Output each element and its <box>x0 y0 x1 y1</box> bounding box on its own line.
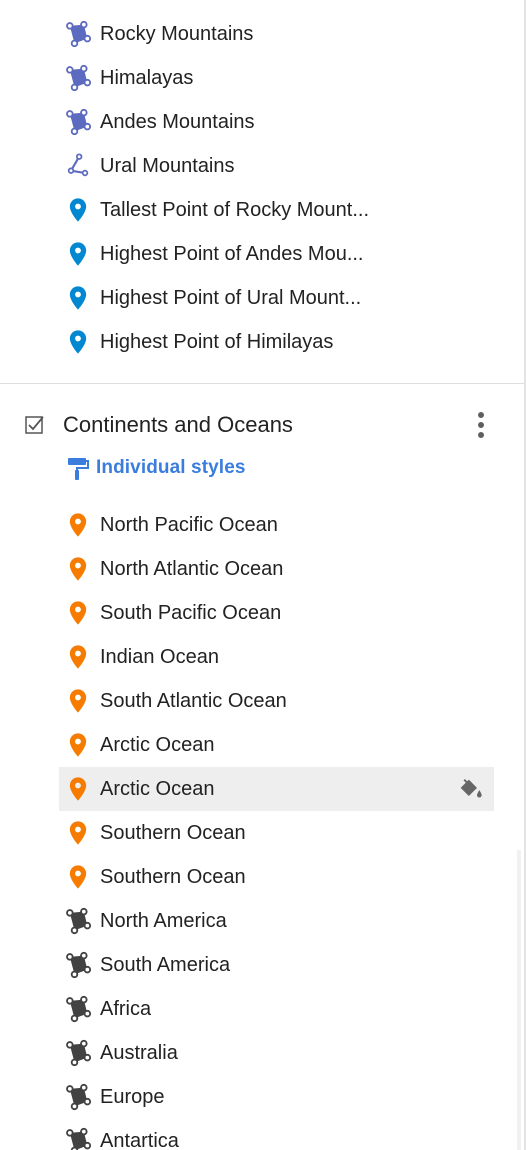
list-item-label: Ural Mountains <box>100 154 235 177</box>
polygon-icon <box>64 1037 96 1069</box>
list-item[interactable]: South America <box>0 943 524 987</box>
list-item[interactable]: Andes Mountains <box>0 100 524 144</box>
list-item[interactable]: Ural Mountains <box>0 144 524 188</box>
list-item[interactable]: Himalayas <box>0 56 524 100</box>
list-item-label: Africa <box>100 997 152 1020</box>
list-item[interactable]: Indian Ocean <box>0 635 524 679</box>
list-item-label: Australia <box>100 1041 178 1064</box>
list-item-label: North Pacific Ocean <box>100 513 278 536</box>
list-item-label: Rocky Mountains <box>100 22 254 45</box>
list-item-label: Arctic Ocean <box>100 733 215 756</box>
list-item[interactable]: Highest Point of Ural Mount... <box>0 276 524 320</box>
list-item[interactable]: North Pacific Ocean <box>0 503 524 547</box>
list-item-label: Antartica <box>100 1129 179 1150</box>
polygon-icon <box>64 905 96 937</box>
scrollbar[interactable] <box>517 850 521 1150</box>
individual-styles-link[interactable]: Individual styles <box>64 446 246 490</box>
pin-icon <box>64 238 96 270</box>
list-item[interactable]: North Atlantic Ocean <box>0 547 524 591</box>
list-item-label: South Pacific Ocean <box>100 601 282 624</box>
list-item[interactable]: South Pacific Ocean <box>0 591 524 635</box>
list-item[interactable]: Antartica <box>0 1119 524 1150</box>
list-item[interactable]: Arctic Ocean <box>0 723 524 767</box>
layer-divider <box>0 383 524 384</box>
layer-title[interactable]: Continents and Oceans <box>63 412 293 438</box>
map-layers-panel: Rocky Mountains Himalayas Andes Mountains U… <box>0 0 526 1150</box>
polygon-icon <box>64 1081 96 1113</box>
pin-icon <box>64 553 96 585</box>
more-options-icon[interactable] <box>470 409 492 441</box>
pin-icon <box>64 597 96 629</box>
layer-visibility-checkbox[interactable] <box>24 414 46 436</box>
layer-feature-list: Rocky Mountains Himalayas Andes Mountains U… <box>0 12 524 364</box>
list-item-label: Highest Point of Himilayas <box>100 330 334 353</box>
polygon-icon <box>64 106 96 138</box>
pin-icon <box>64 641 96 673</box>
list-item[interactable]: Arctic Ocean <box>59 767 494 811</box>
list-item-label: South America <box>100 953 231 976</box>
list-item[interactable]: South Atlantic Ocean <box>0 679 524 723</box>
polygon-icon <box>64 949 96 981</box>
list-item-label: Highest Point of Ural Mount... <box>100 286 362 309</box>
pin-icon <box>64 194 96 226</box>
polygon-icon <box>64 62 96 94</box>
list-item[interactable]: Southern Ocean <box>0 811 524 855</box>
list-item[interactable]: Highest Point of Andes Mou... <box>0 232 524 276</box>
pin-icon <box>64 729 96 761</box>
pin-icon <box>64 861 96 893</box>
layer-item-list: North Pacific Ocean North Atlantic Ocean S… <box>0 503 524 1150</box>
polygon-icon <box>64 993 96 1025</box>
pin-icon <box>64 817 96 849</box>
list-item[interactable]: Tallest Point of Rocky Mount... <box>0 188 524 232</box>
list-item-label: North Atlantic Ocean <box>100 557 284 580</box>
layer-header: Continents and Oceans <box>0 403 524 447</box>
polygon-icon <box>64 18 96 50</box>
polygon-icon <box>64 1125 96 1150</box>
paint-bucket-icon[interactable] <box>456 775 484 803</box>
list-item[interactable]: Rocky Mountains <box>0 12 524 56</box>
list-item-label: Europe <box>100 1085 165 1108</box>
list-item[interactable]: Australia <box>0 1031 524 1075</box>
pin-icon <box>64 685 96 717</box>
list-item-label: Highest Point of Andes Mou... <box>100 242 364 265</box>
pin-icon <box>64 773 96 805</box>
list-item-label: Tallest Point of Rocky Mount... <box>100 198 370 221</box>
individual-styles-label: Individual styles <box>96 457 246 478</box>
list-item[interactable]: Highest Point of Himilayas <box>0 320 524 364</box>
list-item-label: Indian Ocean <box>100 645 219 668</box>
list-item[interactable]: Europe <box>0 1075 524 1119</box>
list-item-label: North America <box>100 909 227 932</box>
line-icon <box>64 150 96 182</box>
list-item-label: Arctic Ocean <box>100 777 215 800</box>
pin-icon <box>64 509 96 541</box>
list-item-label: Andes Mountains <box>100 110 255 133</box>
list-item-label: Southern Ocean <box>100 865 246 888</box>
list-item[interactable]: North America <box>0 899 524 943</box>
list-item-label: South Atlantic Ocean <box>100 689 287 712</box>
list-item[interactable]: Southern Ocean <box>0 855 524 899</box>
pin-icon <box>64 282 96 314</box>
list-item-label: Southern Ocean <box>100 821 246 844</box>
list-item-label: Himalayas <box>100 66 194 89</box>
list-item[interactable]: Africa <box>0 987 524 1031</box>
pin-icon <box>64 326 96 358</box>
paint-roller-icon <box>64 452 96 484</box>
